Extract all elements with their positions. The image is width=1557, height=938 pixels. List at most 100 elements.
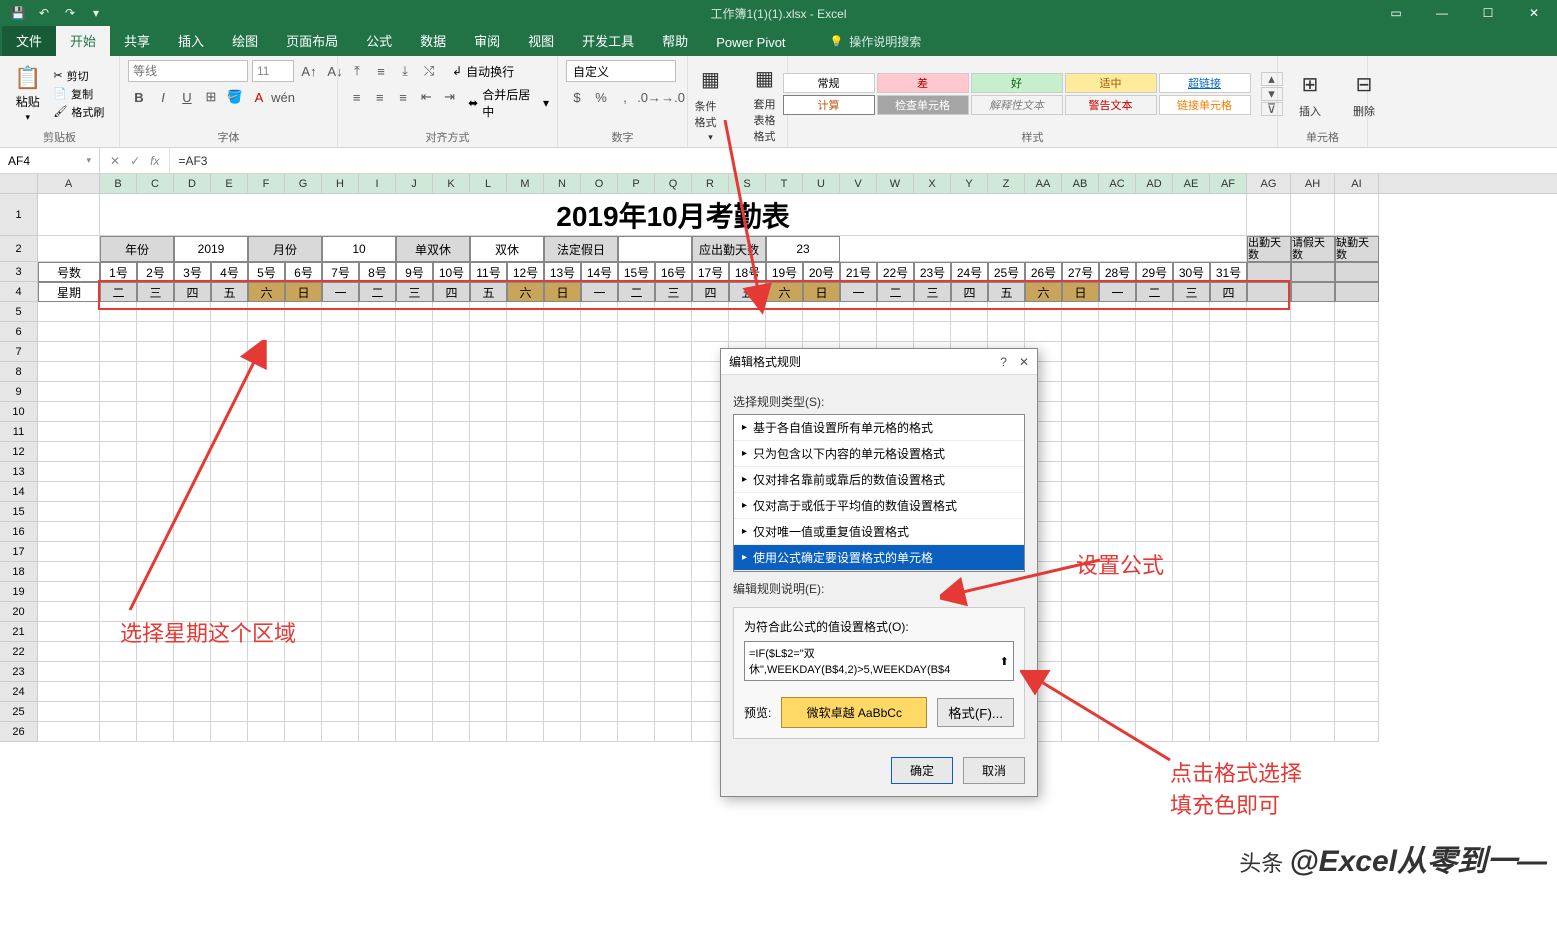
col-B[interactable]: B	[100, 174, 137, 193]
percent-icon[interactable]: %	[590, 86, 612, 108]
row-3[interactable]: 3	[0, 262, 38, 282]
rule-item-1[interactable]: 只为包含以下内容的单元格设置格式	[734, 441, 1024, 467]
paste-button[interactable]: 📋粘贴▾	[8, 63, 47, 125]
tab-review[interactable]: 审阅	[460, 25, 514, 56]
col-AA[interactable]: AA	[1025, 174, 1062, 193]
row-1[interactable]: 1	[0, 194, 38, 236]
col-C[interactable]: C	[137, 174, 174, 193]
cut-button[interactable]: ✂ 剪切	[53, 68, 104, 84]
copy-button[interactable]: 📄 复制	[53, 86, 104, 102]
col-S[interactable]: S	[729, 174, 766, 193]
redo-icon[interactable]: ↷	[58, 2, 82, 24]
align-center-icon[interactable]: ≡	[369, 86, 390, 108]
row-25[interactable]: 25	[0, 702, 38, 722]
inc-dec-icon[interactable]: .0→	[638, 86, 660, 108]
col-E[interactable]: E	[211, 174, 248, 193]
comma-icon[interactable]: ,	[614, 86, 636, 108]
ribbon-opts-icon[interactable]: ▭	[1373, 0, 1419, 26]
col-W[interactable]: W	[877, 174, 914, 193]
row-15[interactable]: 15	[0, 502, 38, 522]
row-19[interactable]: 19	[0, 582, 38, 602]
col-AE[interactable]: AE	[1173, 174, 1210, 193]
tab-insert[interactable]: 插入	[164, 25, 218, 56]
undo-icon[interactable]: ↶	[32, 2, 56, 24]
number-format[interactable]	[566, 60, 676, 82]
style-bad[interactable]: 差	[877, 73, 969, 93]
col-Z[interactable]: Z	[988, 174, 1025, 193]
col-X[interactable]: X	[914, 174, 951, 193]
style-calc[interactable]: 计算	[783, 95, 875, 115]
tab-formula[interactable]: 公式	[352, 25, 406, 56]
row-8[interactable]: 8	[0, 362, 38, 382]
dialog-close-icon[interactable]: ✕	[1019, 355, 1029, 369]
cancel-fx-icon[interactable]: ✕	[110, 154, 120, 168]
style-neutral[interactable]: 适中	[1065, 73, 1157, 93]
styles-gallery[interactable]: 常规 差 好 适中 超链接 计算 检查单元格 解释性文本 警告文本 链接单元格	[783, 73, 1251, 115]
border-icon[interactable]: ⊞	[200, 86, 222, 108]
row-24[interactable]: 24	[0, 682, 38, 702]
style-normal[interactable]: 常规	[783, 73, 875, 93]
row-10[interactable]: 10	[0, 402, 38, 422]
col-K[interactable]: K	[433, 174, 470, 193]
underline-icon[interactable]: U	[176, 86, 198, 108]
tab-data[interactable]: 数据	[406, 25, 460, 56]
style-explain[interactable]: 解释性文本	[971, 95, 1063, 115]
tab-file[interactable]: 文件	[2, 25, 56, 56]
row-23[interactable]: 23	[0, 662, 38, 682]
row-5[interactable]: 5	[0, 302, 38, 322]
row-7[interactable]: 7	[0, 342, 38, 362]
tell-me[interactable]: 操作说明搜索	[820, 27, 932, 56]
rule-type-list[interactable]: 基于各自值设置所有单元格的格式只为包含以下内容的单元格设置格式仅对排名靠前或靠后…	[733, 414, 1025, 572]
tab-power[interactable]: Power Pivot	[702, 29, 799, 56]
row4-label[interactable]: 星期	[38, 282, 100, 302]
col-O[interactable]: O	[581, 174, 618, 193]
range-picker-icon[interactable]: ⬆	[1000, 655, 1009, 668]
align-bot-icon[interactable]: ⤓	[394, 60, 416, 82]
style-link[interactable]: 超链接	[1159, 73, 1251, 93]
cancel-button[interactable]: 取消	[963, 757, 1025, 784]
style-warn[interactable]: 警告文本	[1065, 95, 1157, 115]
col-AI[interactable]: AI	[1335, 174, 1379, 193]
fx-icon[interactable]: fx	[150, 154, 159, 168]
rule-item-3[interactable]: 仅对高于或低于平均值的数值设置格式	[734, 493, 1024, 519]
phonetic-icon[interactable]: wén	[272, 86, 294, 108]
col-M[interactable]: M	[507, 174, 544, 193]
bold-icon[interactable]: B	[128, 86, 150, 108]
tab-draw[interactable]: 绘图	[218, 25, 272, 56]
fill-icon[interactable]: 🪣	[224, 86, 246, 108]
col-AF[interactable]: AF	[1210, 174, 1247, 193]
col-A[interactable]: A	[38, 174, 100, 193]
rule-item-4[interactable]: 仅对唯一值或重复值设置格式	[734, 519, 1024, 545]
qat-more-icon[interactable]: ▾	[84, 2, 108, 24]
rule-item-0[interactable]: 基于各自值设置所有单元格的格式	[734, 415, 1024, 441]
row-26[interactable]: 26	[0, 722, 38, 742]
sheet-title[interactable]: 2019年10月考勤表	[100, 194, 1247, 236]
cond-format-button[interactable]: ▦条件格式▾	[687, 62, 735, 145]
row-18[interactable]: 18	[0, 562, 38, 582]
table-format-button[interactable]: ▦套用 表格格式	[741, 60, 789, 146]
col-J[interactable]: J	[396, 174, 433, 193]
col-L[interactable]: L	[470, 174, 507, 193]
row-21[interactable]: 21	[0, 622, 38, 642]
dialog-help-icon[interactable]: ?	[1000, 355, 1007, 369]
style-linkcell[interactable]: 链接单元格	[1159, 95, 1251, 115]
delete-cells-button[interactable]: ⊟删除	[1340, 67, 1388, 121]
insert-cells-button[interactable]: ⊞插入	[1286, 67, 1334, 121]
italic-icon[interactable]: I	[152, 86, 174, 108]
style-good[interactable]: 好	[971, 73, 1063, 93]
tab-layout[interactable]: 页面布局	[272, 25, 352, 56]
select-all-corner[interactable]	[0, 174, 38, 193]
row-4[interactable]: 4	[0, 282, 38, 302]
row-16[interactable]: 16	[0, 522, 38, 542]
orient-icon[interactable]: ⤭	[418, 60, 440, 82]
row3-label[interactable]: 号数	[38, 262, 100, 282]
format-button[interactable]: 格式(F)...	[937, 698, 1014, 727]
col-AH[interactable]: AH	[1291, 174, 1335, 193]
rule-formula-input[interactable]: =IF($L$2="双休",WEEKDAY(B$4,2)>5,WEEKDAY(B…	[744, 641, 1014, 681]
indent-dec-icon[interactable]: ⇤	[416, 86, 437, 108]
style-check[interactable]: 检查单元格	[877, 95, 969, 115]
col-G[interactable]: G	[285, 174, 322, 193]
tab-home[interactable]: 开始	[56, 25, 110, 56]
font-select[interactable]	[128, 60, 248, 82]
col-AG[interactable]: AG	[1247, 174, 1291, 193]
